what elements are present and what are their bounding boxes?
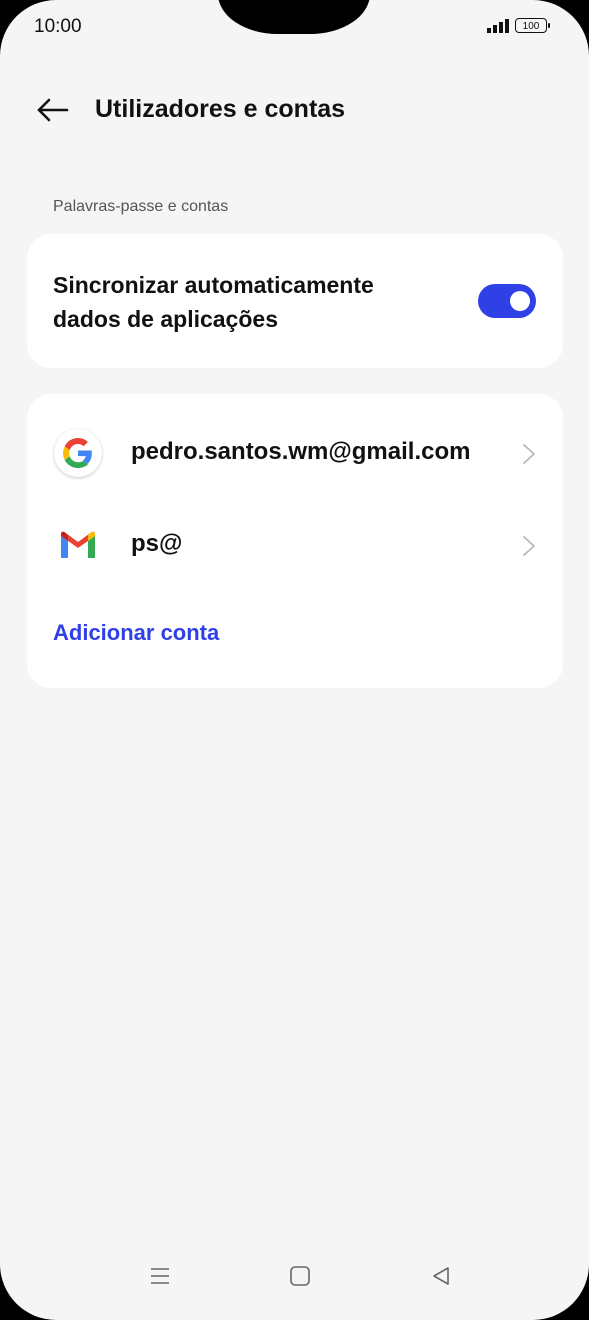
nav-menu-button[interactable]	[140, 1260, 180, 1292]
account-label: ps@	[131, 530, 183, 557]
status-time: 10:00	[34, 16, 82, 37]
menu-icon	[151, 1268, 169, 1284]
sync-label: Sincronizar automaticamente dados de apl…	[53, 272, 374, 332]
page-title: Utilizadores e contas	[95, 95, 346, 123]
battery-icon: 100	[515, 18, 550, 33]
sync-toggle[interactable]	[478, 284, 536, 318]
account-row-gmail[interactable]: ps@	[27, 510, 563, 580]
back-button[interactable]	[30, 92, 74, 128]
account-label: pedro.santos.wm@gmail.com	[131, 438, 471, 465]
chevron-right-icon	[523, 536, 535, 556]
account-icon-wrap	[53, 428, 103, 478]
app-bar: Utilizadores e contas	[0, 80, 589, 140]
nav-back-button[interactable]	[421, 1260, 461, 1292]
nav-home-button[interactable]	[280, 1260, 320, 1292]
status-indicators: 100	[487, 18, 550, 33]
chevron-right-icon	[523, 444, 535, 464]
arrow-left-icon	[37, 98, 69, 122]
account-row-google[interactable]: pedro.santos.wm@gmail.com	[27, 418, 563, 488]
gmail-icon	[61, 531, 95, 558]
account-icon-wrap	[53, 520, 103, 570]
camera-notch	[218, 0, 370, 34]
accounts-card: pedro.santos.wm@gmail.com ps@ Adicionar …	[27, 394, 563, 688]
add-account-button[interactable]: Adicionar conta	[53, 620, 219, 646]
screen: 10:00 100 Utilizadores e contas Palavras…	[0, 0, 589, 1320]
navigation-bar	[0, 1254, 589, 1298]
google-icon	[54, 429, 102, 477]
home-icon	[290, 1266, 310, 1286]
section-label: Palavras-passe e contas	[53, 198, 229, 215]
battery-level: 100	[522, 21, 540, 32]
signal-icon	[487, 18, 509, 33]
sync-card: Sincronizar automaticamente dados de apl…	[27, 234, 563, 368]
back-triangle-icon	[433, 1267, 449, 1285]
device-frame: 10:00 100 Utilizadores e contas Palavras…	[0, 0, 589, 1320]
toggle-knob	[510, 291, 530, 311]
